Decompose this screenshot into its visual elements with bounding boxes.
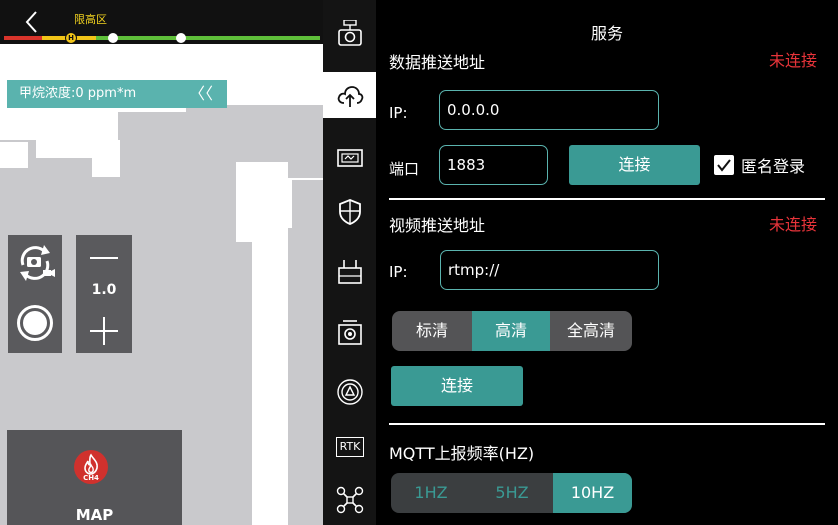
zoom-out-button[interactable]	[90, 257, 118, 259]
switch-camera-icon	[20, 245, 55, 281]
zone-label: 限高区	[74, 13, 107, 26]
rail-item-rtk[interactable]: RTK	[323, 426, 376, 472]
scene-building	[118, 112, 188, 182]
shield-icon	[339, 199, 361, 225]
video-ip-input[interactable]: rtmp://	[440, 250, 659, 290]
height-marker: H	[65, 32, 77, 44]
panel-title: 服务	[590, 24, 623, 43]
anonymous-login-label: 匿名登录	[741, 157, 806, 176]
collapse-icon[interactable]: 〈〈	[189, 80, 213, 108]
scene-building	[292, 180, 323, 525]
video-connect-button[interactable]: 连接	[391, 366, 523, 406]
rail-item-image-transmission[interactable]	[323, 134, 376, 180]
service-settings-panel: 服务 数据推送地址 未连接 IP: 0.0.0.0 端口 1883 连接 匿名登…	[376, 0, 838, 525]
track-point	[176, 33, 186, 43]
rail-item-aircraft[interactable]	[323, 476, 376, 522]
methane-reading-banner: 甲烷浓度:0 ppm*m 〈〈	[7, 80, 227, 108]
switch-camera-button[interactable]	[14, 243, 56, 281]
zoom-level: 1.0	[91, 282, 117, 298]
mqtt-frequency-label: MQTT上报频率(HZ)	[389, 444, 535, 463]
methane-reading: 甲烷浓度:0 ppm*m	[19, 86, 137, 101]
rtk-icon: RTK	[336, 437, 364, 457]
zoom-in-button[interactable]	[90, 317, 118, 345]
sky-gap	[236, 162, 288, 242]
gimbal-camera-icon	[338, 320, 362, 345]
data-ip-input[interactable]: 0.0.0.0	[439, 90, 659, 130]
data-ip-label: IP:	[389, 104, 408, 122]
sky-gap	[92, 155, 120, 177]
altitude-track-green	[96, 36, 320, 40]
port-label: 端口	[389, 160, 420, 178]
checkmark-icon	[717, 159, 731, 172]
video-push-status: 未连接	[768, 215, 817, 234]
frequency-option-10hz[interactable]: 10HZ	[553, 473, 632, 513]
rail-item-remote-controller[interactable]	[323, 248, 376, 294]
sky-gap	[252, 242, 288, 525]
frequency-option-5hz[interactable]: 5HZ	[471, 473, 553, 513]
video-quality-selector: 标清 高清 全高清	[392, 311, 632, 351]
frequency-option-1hz[interactable]: 1HZ	[391, 473, 471, 513]
sky-gap	[0, 142, 28, 168]
back-button[interactable]	[22, 10, 42, 34]
anonymous-login-checkbox[interactable]	[714, 155, 734, 175]
ch4-label: CH4	[83, 474, 99, 482]
quality-option-fhd[interactable]: 全高清	[550, 311, 632, 351]
video-push-label: 视频推送地址	[389, 216, 486, 235]
altitude-track-red	[4, 36, 42, 40]
image-transmission-icon	[337, 149, 363, 167]
zoom-control-panel: 1.0	[76, 235, 132, 353]
map-label: MAP	[75, 506, 114, 524]
chevron-left-icon	[25, 11, 37, 33]
scene-building	[222, 105, 323, 165]
rail-item-gimbal-camera[interactable]	[323, 308, 376, 354]
camera-control-panel	[8, 235, 62, 353]
drone-icon	[336, 486, 364, 514]
mqtt-frequency-selector: 1HZ 5HZ 10HZ	[391, 473, 632, 513]
rail-item-service[interactable]	[323, 72, 376, 118]
settings-category-rail: RTK	[323, 0, 376, 525]
map-toggle-panel[interactable]: CH4 MAP	[7, 430, 182, 525]
camera-view[interactable]: 限高区 H 甲烷浓度:0 ppm*m 〈〈 1.0 CH4 MAP	[0, 0, 323, 525]
track-point	[108, 33, 118, 43]
data-push-label: 数据推送地址	[389, 53, 486, 72]
port-input[interactable]: 1883	[439, 145, 548, 185]
section-divider	[389, 198, 825, 200]
flight-status-bar: 限高区 H	[0, 0, 323, 44]
rail-item-camera-settings[interactable]	[323, 10, 376, 56]
section-divider	[389, 423, 825, 425]
quality-option-sd[interactable]: 标清	[392, 311, 472, 351]
data-connect-button[interactable]: 连接	[569, 145, 700, 185]
data-push-status: 未连接	[768, 51, 817, 70]
rail-item-obstacle-avoidance[interactable]	[323, 368, 376, 414]
video-ip-label: IP:	[389, 263, 408, 281]
remote-controller-icon	[338, 260, 362, 284]
scene-building	[156, 178, 236, 218]
rail-item-safety[interactable]	[323, 188, 376, 234]
obstacle-avoidance-icon	[337, 379, 363, 405]
cloud-upload-icon	[337, 86, 364, 107]
camera-settings-icon	[338, 20, 362, 46]
quality-option-hd[interactable]: 高清	[472, 311, 550, 351]
methane-fire-icon: CH4	[74, 450, 108, 484]
shutter-button[interactable]	[17, 305, 53, 341]
